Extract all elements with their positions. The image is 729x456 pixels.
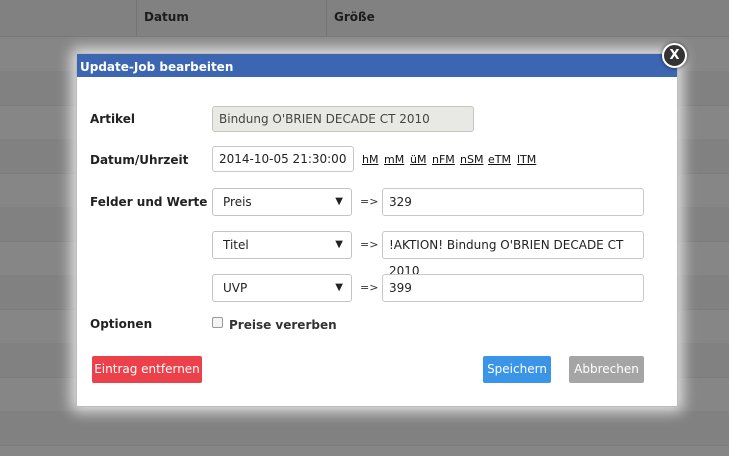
- mapping-arrow: =>: [360, 281, 379, 294]
- mapping-arrow: =>: [360, 195, 379, 208]
- shortcut-nfm[interactable]: nFM: [432, 153, 455, 166]
- shortcut-mm[interactable]: mM: [384, 153, 404, 166]
- mapping-arrow: =>: [360, 238, 379, 251]
- preise-vererben-label[interactable]: Preise vererben: [229, 318, 337, 332]
- datum-input[interactable]: 2014-10-05 21:30:00: [212, 146, 354, 172]
- field-select-value: Titel: [223, 238, 249, 252]
- value-input-titel[interactable]: !AKTION! Bindung O'BRIEN DECADE CT 2010: [382, 231, 644, 278]
- shortcut-hm[interactable]: hM: [362, 153, 378, 166]
- value-input-uvp[interactable]: 399: [382, 274, 644, 302]
- close-icon: X: [669, 48, 680, 63]
- chevron-down-icon: ▼: [335, 196, 343, 207]
- shortcut-um[interactable]: üM: [410, 153, 426, 166]
- field-select-value: UVP: [223, 281, 248, 295]
- dialog-title: Update-Job bearbeiten: [77, 54, 677, 77]
- artikel-label: Artikel: [90, 112, 135, 126]
- update-job-dialog: Update-Job bearbeiten Artikel Bindung O'…: [76, 53, 678, 407]
- shortcut-nsm[interactable]: nSM: [460, 153, 483, 166]
- artikel-field: Bindung O'BRIEN DECADE CT 2010: [212, 106, 474, 132]
- save-button[interactable]: Speichern: [483, 356, 551, 383]
- datum-label: Datum/Uhrzeit: [90, 153, 189, 167]
- cancel-button[interactable]: Abbrechen: [569, 356, 644, 383]
- optionen-label: Optionen: [90, 317, 153, 331]
- shortcut-etm[interactable]: eTM: [488, 153, 511, 166]
- field-select-value: Preis: [223, 195, 252, 209]
- field-select-titel[interactable]: Titel ▼: [212, 231, 352, 259]
- felder-label: Felder und Werte: [90, 195, 208, 209]
- chevron-down-icon: ▼: [335, 282, 343, 293]
- preise-vererben-checkbox[interactable]: [212, 317, 223, 328]
- chevron-down-icon: ▼: [335, 239, 343, 250]
- value-input-preis[interactable]: 329: [382, 188, 644, 216]
- remove-entry-button[interactable]: Eintrag entfernen: [92, 356, 202, 383]
- field-select-uvp[interactable]: UVP ▼: [212, 274, 352, 302]
- shortcut-ltm[interactable]: lTM: [517, 153, 536, 166]
- field-select-preis[interactable]: Preis ▼: [212, 188, 352, 216]
- close-button[interactable]: X: [662, 43, 687, 68]
